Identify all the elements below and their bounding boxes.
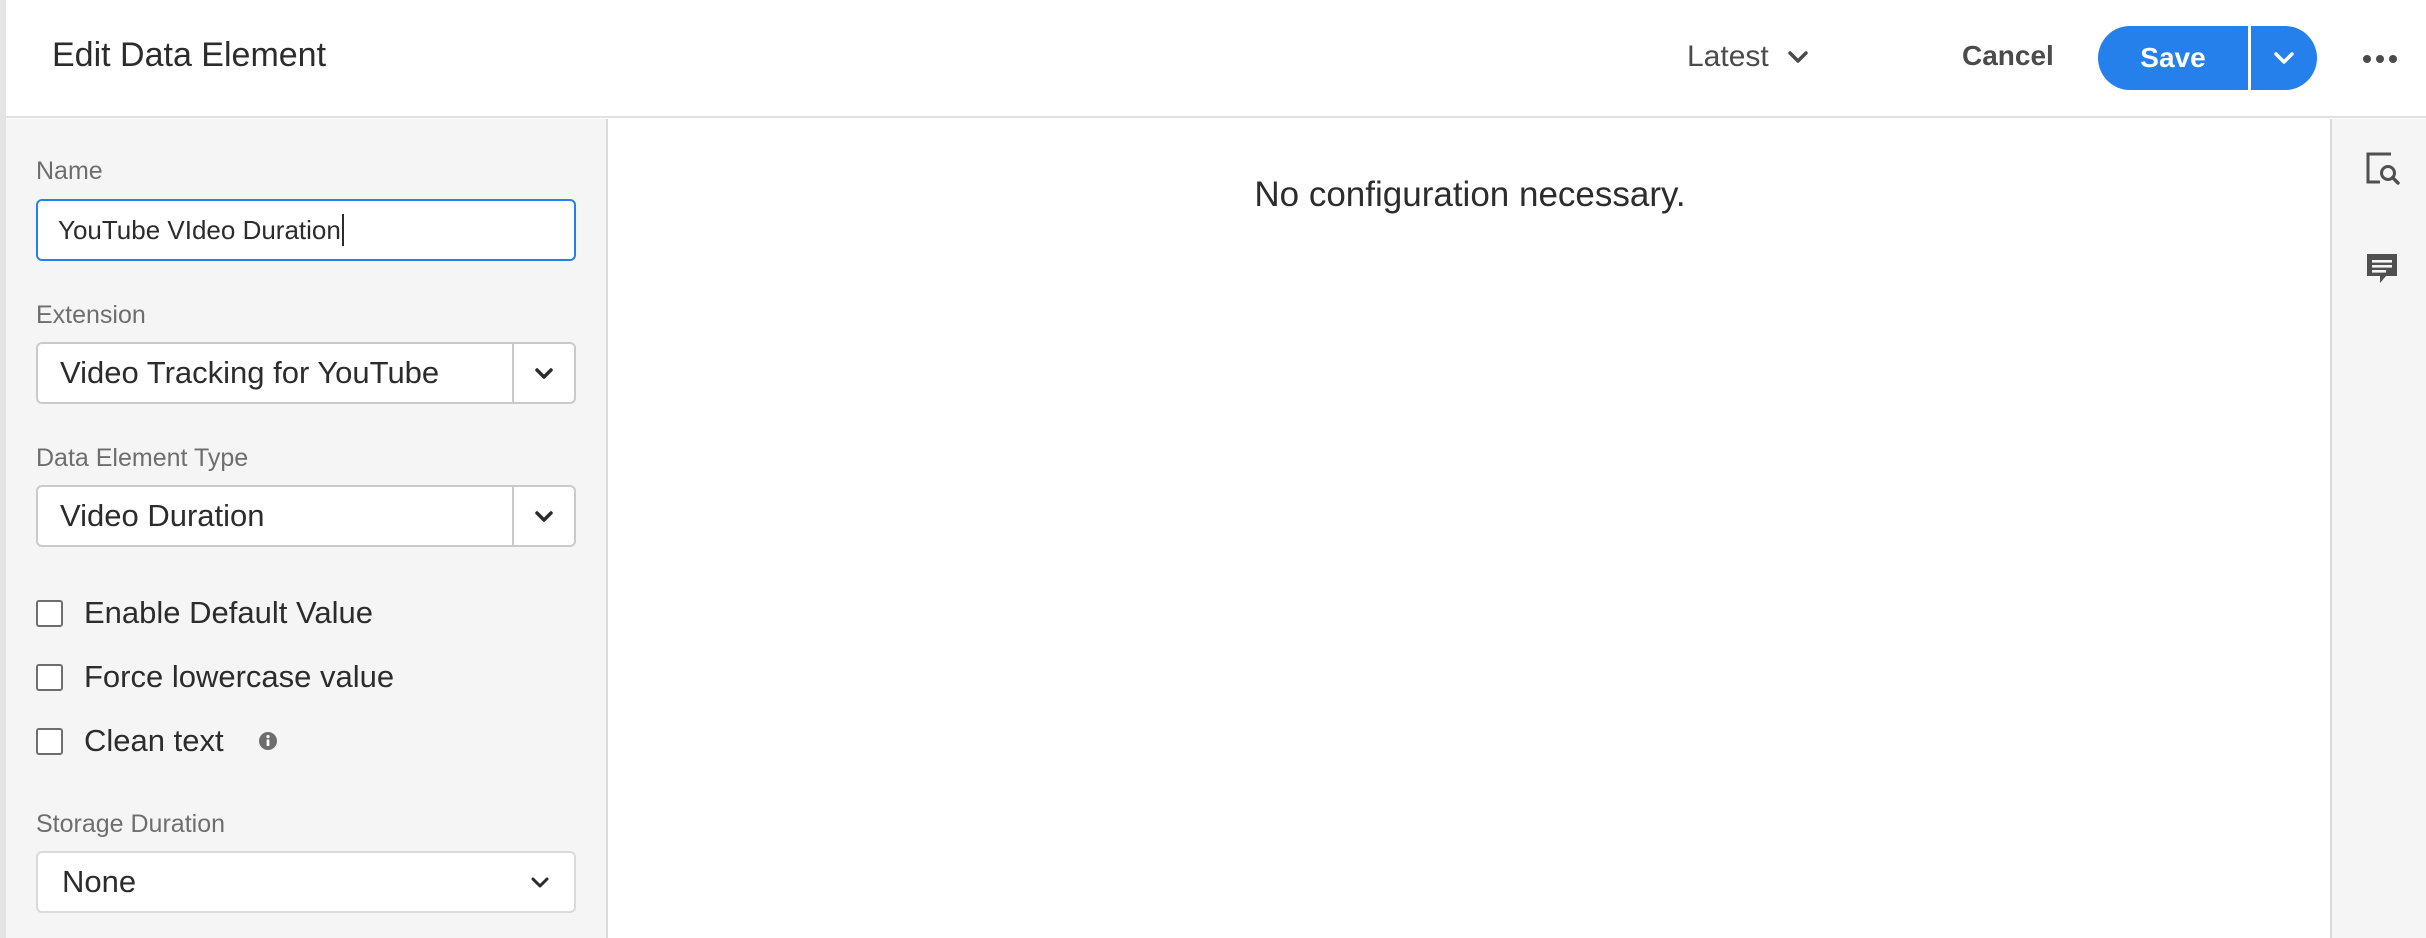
extension-select-toggle[interactable] xyxy=(512,344,574,402)
force-lowercase-label: Force lowercase value xyxy=(84,659,395,694)
clean-text-label: Clean text xyxy=(84,723,224,758)
enable-default-value-checkbox[interactable] xyxy=(36,599,63,627)
more-actions-button[interactable] xyxy=(2352,44,2408,74)
clean-text-row[interactable]: Clean text xyxy=(36,721,278,761)
save-options-button[interactable] xyxy=(2251,26,2317,90)
name-input-value: YouTube VIdeo Duration xyxy=(58,214,341,245)
settings-panel: Name YouTube VIdeo Duration Extension Vi… xyxy=(6,119,608,938)
right-rail xyxy=(2330,119,2426,938)
more-dots-icon xyxy=(2363,55,2397,63)
comment-icon[interactable] xyxy=(2364,251,2400,287)
force-lowercase-row[interactable]: Force lowercase value xyxy=(36,657,394,697)
chevron-down-icon xyxy=(535,367,553,379)
header-bar: Edit Data Element Latest Cancel Save xyxy=(6,0,2426,118)
extension-select-value: Video Tracking for YouTube xyxy=(60,355,440,390)
chevron-down-icon xyxy=(1787,51,1808,63)
data-element-type-select[interactable]: Video Duration xyxy=(36,485,576,547)
info-icon[interactable] xyxy=(258,731,278,751)
preview-search-icon[interactable] xyxy=(2364,151,2400,187)
version-label: Latest xyxy=(1687,40,1769,73)
chevron-down-icon xyxy=(2274,52,2294,64)
data-element-type-label: Data Element Type xyxy=(36,444,249,472)
text-caret xyxy=(341,214,344,246)
storage-duration-value: None xyxy=(62,864,137,899)
force-lowercase-checkbox[interactable] xyxy=(36,663,63,691)
cancel-button[interactable]: Cancel xyxy=(1962,40,2054,72)
enable-default-value-row[interactable]: Enable Default Value xyxy=(36,593,373,633)
extension-label: Extension xyxy=(36,301,146,329)
no-configuration-message: No configuration necessary. xyxy=(1254,175,1686,214)
data-element-type-select-value: Video Duration xyxy=(60,498,265,533)
storage-duration-label: Storage Duration xyxy=(36,810,226,838)
extension-select[interactable]: Video Tracking for YouTube xyxy=(36,342,576,404)
clean-text-checkbox[interactable] xyxy=(36,727,63,755)
enable-default-value-label: Enable Default Value xyxy=(84,595,373,630)
chevron-down-icon xyxy=(535,510,553,522)
name-input[interactable]: YouTube VIdeo Duration xyxy=(36,199,576,261)
save-button-group: Save xyxy=(2098,26,2317,90)
app-window: Edit Data Element Latest Cancel Save Nam… xyxy=(0,0,2426,938)
configuration-area: No configuration necessary. xyxy=(610,119,2330,938)
version-dropdown[interactable]: Latest xyxy=(1687,40,1809,74)
storage-duration-select[interactable]: None xyxy=(36,851,576,913)
chevron-down-icon xyxy=(531,877,549,887)
name-label: Name xyxy=(36,157,103,185)
data-element-type-select-toggle[interactable] xyxy=(512,487,574,545)
save-button[interactable]: Save xyxy=(2098,26,2248,90)
page-title: Edit Data Element xyxy=(52,36,327,74)
